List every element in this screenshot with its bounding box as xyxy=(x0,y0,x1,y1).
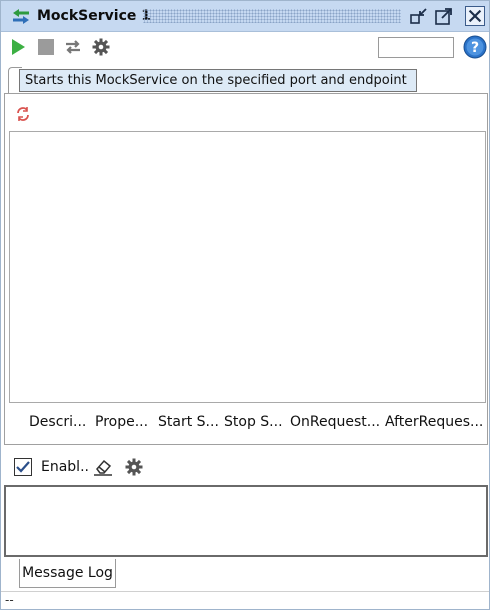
help-icon[interactable]: ? xyxy=(463,35,487,59)
gear-icon[interactable] xyxy=(125,458,143,476)
status-text: -- xyxy=(5,593,14,607)
status-divider xyxy=(1,591,489,592)
refresh-icon[interactable] xyxy=(15,106,31,122)
window-title: MockService 1 xyxy=(37,8,151,24)
mock-options-icon[interactable] xyxy=(64,38,82,56)
tab-properties[interactable]: Prope... xyxy=(95,414,148,430)
eraser-icon[interactable] xyxy=(93,458,113,476)
mockservice-icon xyxy=(13,9,29,24)
minimize-icon[interactable] xyxy=(409,6,429,26)
svg-text:?: ? xyxy=(471,40,479,56)
tab-stop-script[interactable]: Stop S... xyxy=(224,414,283,430)
request-log-area[interactable] xyxy=(9,131,486,403)
enable-checkbox[interactable] xyxy=(14,458,32,476)
gear-icon[interactable] xyxy=(92,38,110,56)
play-icon[interactable] xyxy=(9,38,27,56)
maximize-icon[interactable] xyxy=(434,6,454,26)
enable-label: Enabl.. xyxy=(41,459,89,475)
stop-icon[interactable] xyxy=(37,38,55,56)
tab-description[interactable]: Descri... xyxy=(29,414,86,430)
title-bar[interactable]: MockService 1 xyxy=(1,1,489,32)
log-controls: Enabl.. xyxy=(1,454,489,480)
close-icon[interactable] xyxy=(465,6,485,26)
mock-panel: Descri... Prope... Start S... Stop S... … xyxy=(4,93,488,445)
title-grip xyxy=(143,9,401,23)
mockservice-window: MockService 1 ? Starts this MockService … xyxy=(0,0,490,610)
tab-message-log[interactable]: Message Log xyxy=(19,559,116,588)
toolbar: ? xyxy=(1,33,489,63)
tab-start-script[interactable]: Start S... xyxy=(158,414,219,430)
checkmark-icon xyxy=(16,461,30,473)
start-tooltip: Starts this MockService on the specified… xyxy=(19,69,417,92)
tab-onrequest-script[interactable]: OnRequest... xyxy=(290,414,380,430)
panel-tabs: Descri... Prope... Start S... Stop S... … xyxy=(5,414,487,436)
tab-afterrequest-script[interactable]: AfterReques... xyxy=(385,414,483,430)
message-log-area[interactable] xyxy=(4,485,488,557)
search-input[interactable] xyxy=(378,37,454,58)
